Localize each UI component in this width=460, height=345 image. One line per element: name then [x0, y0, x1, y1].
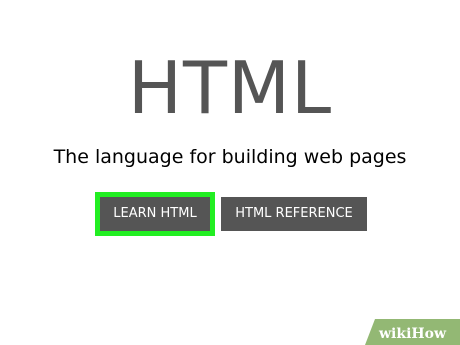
wikihow-watermark: wikiHow [365, 319, 460, 345]
learn-html-button[interactable]: LEARN HTML [95, 192, 215, 236]
page-title: HTML [127, 46, 333, 130]
svg-text:wikiHow: wikiHow [378, 326, 447, 342]
html-reference-button[interactable]: HTML REFERENCE [221, 197, 367, 231]
tagline: The language for building web pages [53, 146, 407, 168]
